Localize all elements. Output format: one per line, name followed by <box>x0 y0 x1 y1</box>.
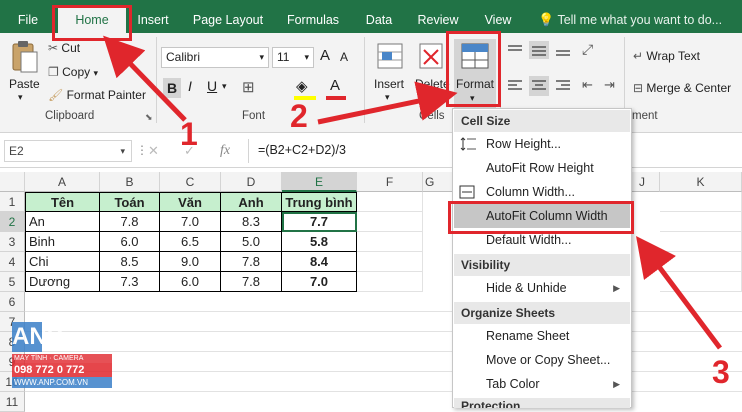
annotation-step-3: 3 <box>712 354 730 390</box>
arrow-step-3 <box>636 236 722 350</box>
arrow-step-2 <box>317 81 458 125</box>
annotation-arrows <box>103 35 722 350</box>
annotation-step-1: 1 <box>180 116 198 152</box>
arrow-step-1 <box>103 35 187 122</box>
annotation-step-2: 2 <box>290 98 308 134</box>
